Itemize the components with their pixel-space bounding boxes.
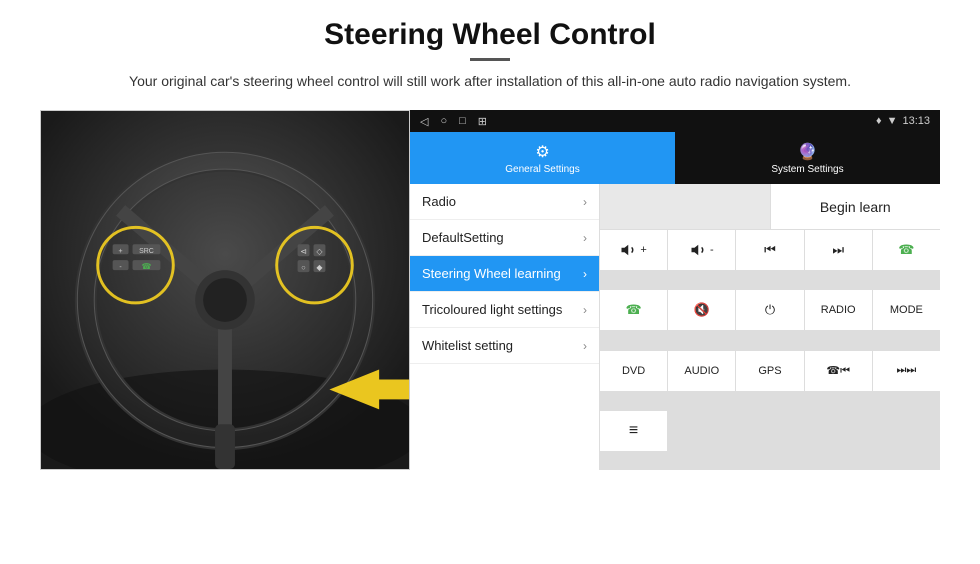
phone-ui: ◁ ○ □ ⊞ ♦ ▼ 13:13 ⚙ General Settings bbox=[410, 110, 940, 470]
menu-item-steering-label: Steering Wheel learning bbox=[422, 266, 583, 281]
skip-fwd-button[interactable]: ⏭⏭ bbox=[873, 351, 940, 391]
right-panel: Begin learn + bbox=[600, 184, 940, 470]
phone-answer-button[interactable]: ☎ bbox=[873, 230, 940, 270]
list-button[interactable]: ≡ bbox=[600, 411, 667, 451]
page-title: Steering Wheel Control bbox=[40, 18, 940, 52]
chevron-icon-whitelist: › bbox=[583, 339, 587, 353]
chevron-icon-steering: › bbox=[583, 267, 587, 281]
tab-general-label: General Settings bbox=[505, 164, 580, 175]
main-content: Radio › DefaultSetting › Steering Wheel … bbox=[410, 184, 940, 470]
tab-bar: ⚙ General Settings 🔮 System Settings bbox=[410, 132, 940, 184]
menu-list: Radio › DefaultSetting › Steering Wheel … bbox=[410, 184, 600, 470]
menu-item-whitelist-label: Whitelist setting bbox=[422, 338, 583, 353]
recents-icon[interactable]: □ bbox=[459, 115, 466, 128]
mute-button[interactable]: 🔇 bbox=[668, 290, 735, 330]
vol-down-button[interactable]: - bbox=[668, 230, 735, 270]
dvd-button[interactable]: DVD bbox=[600, 351, 667, 391]
time-display: 13:13 bbox=[902, 115, 930, 127]
power-button[interactable]: ⏻ bbox=[736, 290, 803, 330]
call-button[interactable]: ☎ bbox=[600, 290, 667, 330]
status-right: ♦ ▼ 13:13 bbox=[876, 115, 930, 127]
menu-item-whitelist[interactable]: Whitelist setting › bbox=[410, 328, 599, 364]
prev-track-button[interactable]: ⏮ bbox=[736, 230, 803, 270]
tab-general[interactable]: ⚙ General Settings bbox=[410, 132, 675, 184]
empty-input-box bbox=[600, 184, 771, 229]
location-icon: ♦ bbox=[876, 115, 882, 127]
content-area: + - SRC ☎ ⊲ ◇ ○ ◆ bbox=[40, 110, 940, 470]
title-section: Steering Wheel Control Your original car… bbox=[40, 18, 940, 104]
menu-item-tricoloured-label: Tricoloured light settings bbox=[422, 302, 583, 317]
general-settings-icon: ⚙ bbox=[535, 142, 549, 162]
menu-item-radio[interactable]: Radio › bbox=[410, 184, 599, 220]
tab-system[interactable]: 🔮 System Settings bbox=[675, 132, 940, 184]
system-settings-icon: 🔮 bbox=[798, 142, 818, 162]
begin-learn-button[interactable]: Begin learn bbox=[771, 184, 941, 229]
radio-mode-button[interactable]: RADIO bbox=[805, 290, 872, 330]
nav-icons: ◁ ○ □ ⊞ bbox=[420, 115, 487, 128]
svg-text:SRC: SRC bbox=[139, 248, 154, 255]
mode-button[interactable]: MODE bbox=[873, 290, 940, 330]
gps-button[interactable]: GPS bbox=[736, 351, 803, 391]
menu-item-default[interactable]: DefaultSetting › bbox=[410, 220, 599, 256]
title-divider bbox=[470, 58, 510, 61]
audio-button[interactable]: AUDIO bbox=[668, 351, 735, 391]
svg-text:⊲: ⊲ bbox=[300, 247, 307, 256]
vol-up-button[interactable]: + bbox=[600, 230, 667, 270]
signal-icon: ▼ bbox=[887, 115, 898, 127]
chevron-icon-default: › bbox=[583, 231, 587, 245]
menu-icon[interactable]: ⊞ bbox=[478, 115, 487, 128]
menu-item-default-label: DefaultSetting bbox=[422, 230, 583, 245]
svg-text:◆: ◆ bbox=[316, 263, 323, 272]
chevron-icon-tricoloured: › bbox=[583, 303, 587, 317]
steering-wheel-image: + - SRC ☎ ⊲ ◇ ○ ◆ bbox=[40, 110, 410, 470]
phone-prev-button[interactable]: ☎⏮ bbox=[805, 351, 872, 391]
home-icon[interactable]: ○ bbox=[440, 115, 447, 128]
svg-text:-: - bbox=[119, 264, 121, 271]
back-icon[interactable]: ◁ bbox=[420, 115, 428, 128]
top-row: Begin learn bbox=[600, 184, 940, 230]
subtitle: Your original car's steering wheel contr… bbox=[115, 71, 865, 92]
svg-text:+: + bbox=[119, 248, 123, 255]
menu-item-radio-label: Radio bbox=[422, 194, 583, 209]
button-grid: + - ⏮ ⏭ ☎ ☎ bbox=[600, 230, 940, 470]
menu-item-steering[interactable]: Steering Wheel learning › bbox=[410, 256, 599, 292]
menu-item-tricoloured[interactable]: Tricoloured light settings › bbox=[410, 292, 599, 328]
status-bar: ◁ ○ □ ⊞ ♦ ▼ 13:13 bbox=[410, 110, 940, 132]
svg-text:☎: ☎ bbox=[141, 262, 151, 271]
page-container: Steering Wheel Control Your original car… bbox=[0, 0, 980, 564]
chevron-icon-radio: › bbox=[583, 195, 587, 209]
tab-system-label: System Settings bbox=[771, 164, 843, 175]
next-track-button[interactable]: ⏭ bbox=[805, 230, 872, 270]
svg-text:○: ○ bbox=[301, 263, 306, 272]
svg-text:◇: ◇ bbox=[316, 247, 323, 256]
